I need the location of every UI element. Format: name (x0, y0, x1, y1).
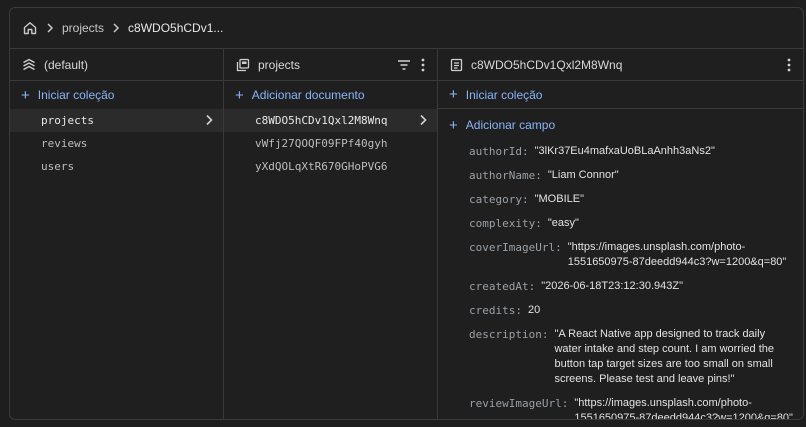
chevron-right-icon (112, 23, 120, 33)
document-id: yXdQOLqXtR670GHoPVG6 (255, 160, 388, 173)
collection-header: projects (224, 49, 437, 81)
database-title: (default) (44, 57, 89, 72)
field-key: createdAt (469, 280, 529, 293)
add-document-button[interactable]: + Adicionar documento (224, 81, 437, 109)
field-row[interactable]: description: "A React Native app designe… (469, 327, 803, 387)
chevron-right-icon (46, 23, 54, 33)
field-key: coverImageUrl (469, 241, 556, 254)
plus-icon: + (21, 86, 30, 104)
database-stack-icon (22, 58, 36, 72)
start-subcollection-label: Iniciar coleção (465, 87, 543, 102)
field-value: "Liam Connor" (547, 169, 619, 181)
field-key: authorId (469, 145, 522, 158)
firestore-data-panel: projects c8WDO5hCDv1... (default) + Inic… (9, 7, 804, 420)
field-key: category (469, 193, 522, 206)
field-value: "https://images.unsplash.com/photo-15516… (574, 397, 793, 420)
field-row[interactable]: complexity: "easy" (469, 216, 803, 231)
start-collection-button[interactable]: + Iniciar coleção (10, 81, 223, 109)
start-collection-label: Iniciar coleção (37, 88, 115, 102)
field-value: "https://images.unsplash.com/photo-15516… (567, 241, 787, 268)
collection-title: projects (258, 57, 301, 72)
document-icon (450, 58, 463, 72)
field-row[interactable]: reviewImageUrl: "https://images.unsplash… (469, 396, 803, 420)
collection-icon (236, 58, 250, 72)
field-key: authorName (469, 169, 536, 182)
field-list: authorId: "3lKr37Eu4mafxaUoBLaAnhh3aNs2"… (438, 144, 803, 420)
field-row[interactable]: coverImageUrl: "https://images.unsplash.… (469, 240, 803, 270)
collection-item-users[interactable]: users (10, 155, 223, 178)
add-document-label: Adicionar documento (251, 88, 365, 102)
field-row[interactable]: authorId: "3lKr37Eu4mafxaUoBLaAnhh3aNs2" (469, 144, 803, 159)
home-icon[interactable] (22, 20, 38, 36)
collection-item-projects[interactable]: projects (10, 109, 223, 132)
more-vert-icon[interactable] (787, 58, 791, 72)
document-id: vWfj27QOQF09FPf40gyh (255, 137, 388, 150)
add-field-label: Adicionar campo (465, 118, 556, 132)
document-id: c8WDO5hCDv1Qxl2M8Wnq (255, 114, 388, 127)
plus-icon: + (235, 86, 244, 104)
collection-label: reviews (41, 137, 88, 150)
field-value: "A React Native app designed to track da… (554, 328, 774, 385)
breadcrumb-projects[interactable]: projects (62, 21, 104, 35)
document-item[interactable]: yXdQOLqXtR670GHoPVG6 (224, 155, 437, 178)
field-value: "2026-06-18T23:12:30.943Z" (541, 280, 683, 292)
breadcrumb: projects c8WDO5hCDv1... (10, 8, 803, 49)
collection-item-reviews[interactable]: reviews (10, 132, 223, 155)
document-title: c8WDO5hCDv1Qxl2M8Wnq (471, 57, 623, 72)
field-row[interactable]: credits: 20 (469, 303, 803, 318)
collection-label: projects (41, 114, 94, 127)
database-header: (default) (10, 49, 223, 81)
chevron-right-icon (419, 114, 427, 129)
field-value: "3lKr37Eu4mafxaUoBLaAnhh3aNs2" (534, 145, 715, 157)
field-key: description (469, 328, 542, 341)
collection-column: projects + Adicionar documento c8WDO5hCD… (224, 49, 438, 419)
plus-icon: + (449, 116, 458, 134)
breadcrumb-document[interactable]: c8WDO5hCDv1... (128, 21, 223, 35)
plus-icon: + (449, 86, 458, 103)
field-key: complexity (469, 217, 536, 230)
field-row[interactable]: authorName: "Liam Connor" (469, 168, 803, 183)
field-value: "MOBILE" (534, 193, 584, 205)
field-row[interactable]: createdAt: "2026-06-18T23:12:30.943Z" (469, 279, 803, 294)
document-item[interactable]: c8WDO5hCDv1Qxl2M8Wnq (224, 109, 437, 132)
field-value: "easy" (547, 217, 579, 229)
collection-label: users (41, 160, 75, 173)
more-vert-icon[interactable] (421, 58, 425, 72)
add-field-button[interactable]: + Adicionar campo (438, 110, 803, 140)
chevron-right-icon (205, 114, 213, 129)
database-column: (default) + Iniciar coleção projects rev… (10, 49, 224, 419)
start-subcollection-button[interactable]: + Iniciar coleção (438, 81, 803, 109)
document-header: c8WDO5hCDv1Qxl2M8Wnq (438, 49, 803, 81)
filter-icon[interactable] (397, 59, 411, 71)
field-row[interactable]: category: "MOBILE" (469, 192, 803, 207)
field-key: credits (469, 304, 516, 317)
document-item[interactable]: vWfj27QOQF09FPf40gyh (224, 132, 437, 155)
field-key: reviewImageUrl (469, 397, 562, 410)
field-value: 20 (527, 304, 541, 316)
document-column: c8WDO5hCDv1Qxl2M8Wnq + Iniciar coleção +… (438, 49, 803, 419)
